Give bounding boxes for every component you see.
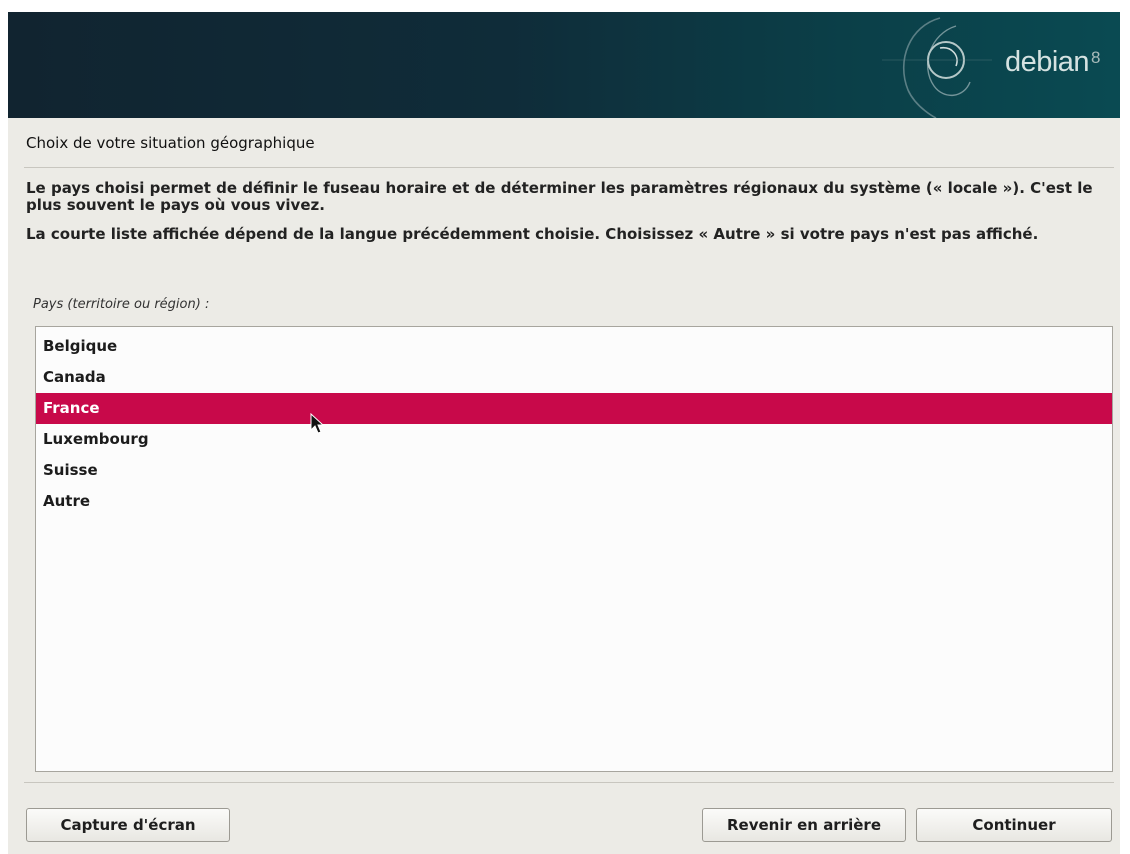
divider	[24, 782, 1114, 783]
divider	[24, 167, 1114, 168]
country-option-luxembourg[interactable]: Luxembourg	[36, 424, 1112, 455]
logo-version: 8	[1091, 48, 1100, 67]
country-option-france[interactable]: France	[36, 393, 1112, 424]
description-paragraph-1: Le pays choisi permet de définir le fuse…	[26, 179, 1093, 214]
field-label: Pays (territoire ou région) :	[33, 297, 210, 312]
description: Le pays choisi permet de définir le fuse…	[26, 178, 1116, 255]
screenshot-button[interactable]: Capture d'écran	[26, 808, 230, 842]
country-list[interactable]: Belgique Canada France Luxembourg Suisse…	[35, 326, 1113, 772]
description-paragraph-2: La courte liste affichée dépend de la la…	[26, 225, 1039, 243]
page-title: Choix de votre situation géographique	[26, 134, 315, 152]
header-banner: debian 8	[8, 12, 1120, 118]
continue-button[interactable]: Continuer	[916, 808, 1112, 842]
debian-swirl-icon	[882, 17, 992, 118]
debian-logo: debian 8	[1004, 46, 1101, 79]
logo-text: debian	[1004, 46, 1090, 78]
country-option-canada[interactable]: Canada	[36, 362, 1112, 393]
country-option-belgique[interactable]: Belgique	[36, 331, 1112, 362]
back-button[interactable]: Revenir en arrière	[702, 808, 906, 842]
country-option-autre[interactable]: Autre	[36, 486, 1112, 517]
mouse-pointer-icon	[310, 413, 324, 434]
country-option-suisse[interactable]: Suisse	[36, 455, 1112, 486]
